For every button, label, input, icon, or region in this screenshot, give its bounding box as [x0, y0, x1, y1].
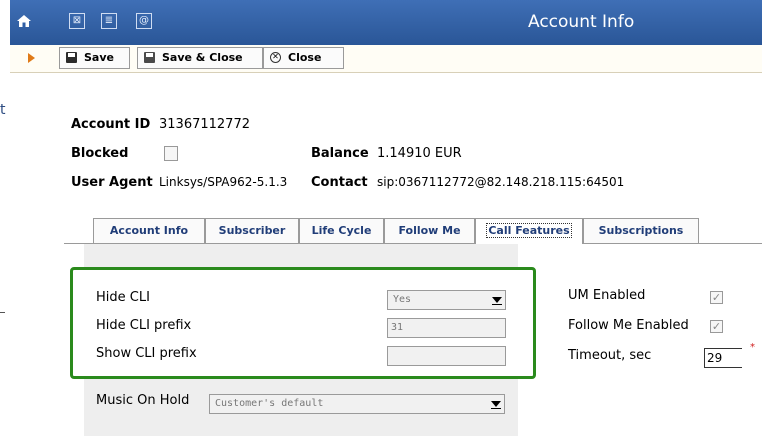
save-close-icon — [144, 52, 155, 63]
at-icon[interactable]: @ — [136, 13, 152, 29]
hide-cli-prefix-label: Hide CLI prefix — [96, 318, 192, 333]
hide-cli-label: Hide CLI — [96, 290, 150, 305]
contact-value: sip:0367112772@82.148.218.115:64501 — [377, 175, 625, 189]
tab-life-cycle[interactable]: Life Cycle — [299, 218, 384, 243]
tab-follow-me[interactable]: Follow Me — [384, 218, 475, 243]
balance-value: 1.14910 EUR — [377, 146, 462, 161]
home-icon[interactable] — [16, 13, 32, 29]
save-close-button-label: Save & Close — [162, 51, 243, 64]
save-button[interactable]: Save — [59, 47, 130, 69]
timeout-input[interactable]: 29 — [704, 348, 742, 368]
um-enabled-checkbox[interactable]: ✓ — [710, 291, 723, 304]
save-icon — [66, 52, 77, 63]
account-id-value: 31367112772 — [159, 117, 250, 132]
show-cli-prefix-input[interactable] — [387, 346, 506, 366]
hide-cli-prefix-input[interactable]: 31 — [387, 318, 506, 338]
hide-cli-select[interactable]: Yes — [387, 290, 506, 310]
edge-text: t — [0, 102, 6, 118]
music-on-hold-select[interactable]: Customer's default — [209, 394, 505, 414]
close-button-label: Close — [288, 51, 322, 64]
user-agent-label: User Agent — [71, 175, 153, 190]
follow-me-enabled-checkbox[interactable]: ✓ — [710, 320, 723, 333]
tab-account-info[interactable]: Account Info — [93, 218, 205, 243]
follow-me-enabled-label: Follow Me Enabled — [568, 318, 689, 333]
balance-label: Balance — [311, 146, 369, 161]
page-title: Account Info — [528, 12, 635, 32]
tab-call-features[interactable]: Call Features — [475, 218, 583, 244]
edge-dash — [0, 312, 5, 313]
mail-icon[interactable]: ⊠ — [69, 13, 85, 29]
um-enabled-label: UM Enabled — [568, 288, 646, 303]
timeout-label: Timeout, sec — [568, 348, 652, 363]
music-on-hold-value: Customer's default — [215, 398, 324, 409]
tab-subscriber[interactable]: Subscriber — [205, 218, 299, 243]
close-icon: ✕ — [270, 52, 281, 63]
music-on-hold-label: Music On Hold — [96, 393, 190, 408]
title-bar: ⊠ ≣ @ Account Info — [10, 0, 762, 45]
cli-settings-highlight: Hide CLI Yes Hide CLI prefix 31 Show CLI… — [70, 267, 536, 379]
tab-subscriptions[interactable]: Subscriptions — [583, 218, 699, 243]
close-button[interactable]: ✕ Close — [263, 47, 344, 69]
blocked-checkbox[interactable] — [164, 146, 178, 161]
show-cli-prefix-label: Show CLI prefix — [96, 346, 197, 361]
blocked-label: Blocked — [71, 146, 129, 161]
contact-label: Contact — [311, 175, 368, 190]
required-mark: * — [750, 342, 755, 353]
hide-cli-value: Yes — [393, 294, 412, 305]
save-close-button[interactable]: Save & Close — [137, 47, 263, 69]
chevron-down-icon — [491, 401, 501, 407]
toolbar: Save Save & Close ✕ Close — [10, 45, 762, 73]
play-arrow-icon — [28, 53, 35, 63]
save-button-label: Save — [84, 51, 114, 64]
account-id-label: Account ID — [71, 117, 151, 132]
user-agent-value: Linksys/SPA962-5.1.3 — [159, 175, 288, 189]
chevron-down-icon — [492, 297, 502, 303]
document-icon[interactable]: ≣ — [101, 13, 117, 29]
